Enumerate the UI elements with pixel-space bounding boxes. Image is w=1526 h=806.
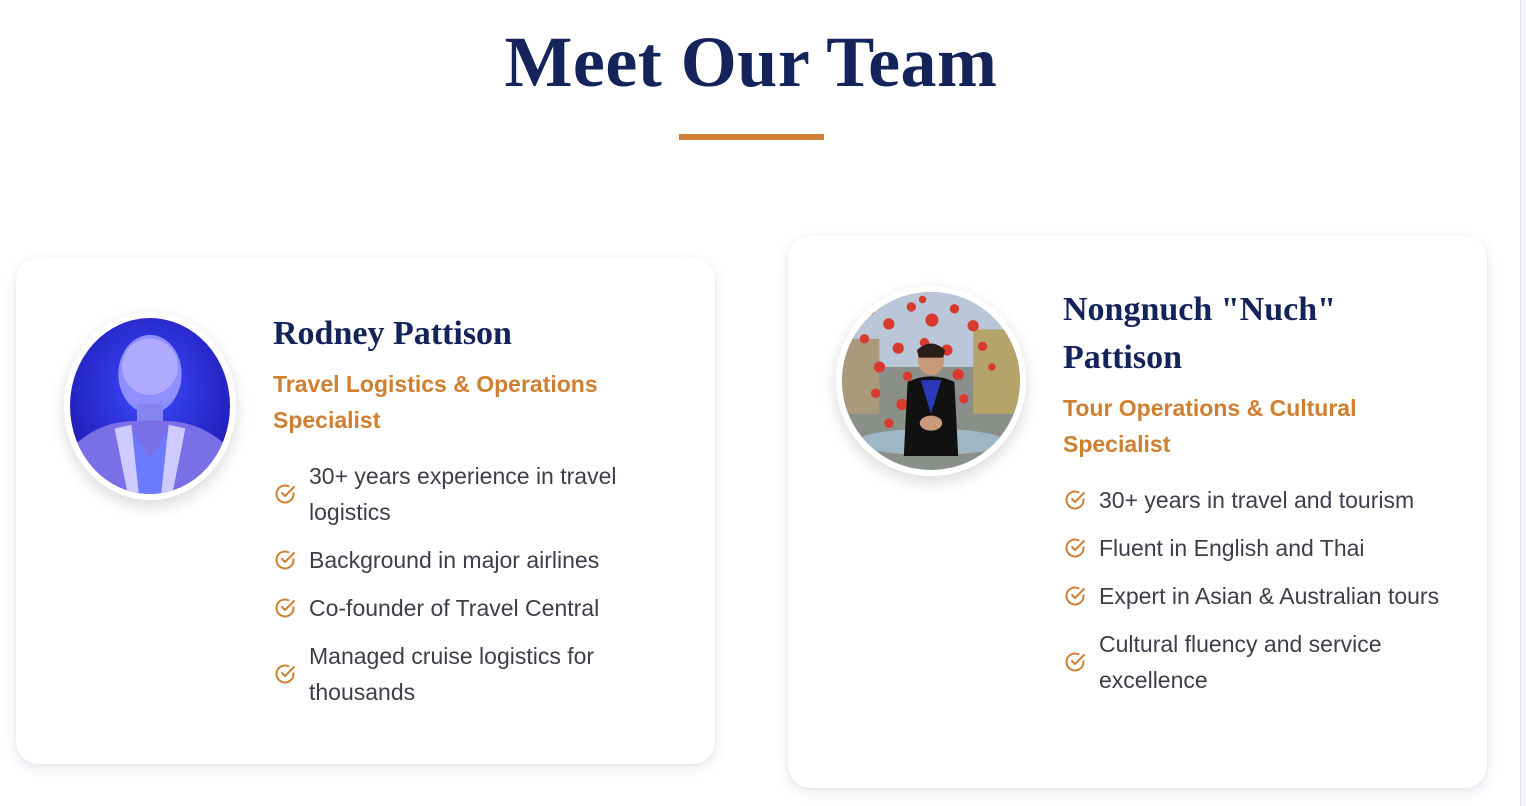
- check-circle-icon: [275, 664, 295, 684]
- list-item: Cultural fluency and service excellence: [1063, 626, 1463, 698]
- list-item: Managed cruise logistics for thousands: [273, 638, 673, 710]
- highlights-list: 30+ years experience in travel logistics…: [273, 458, 673, 710]
- highlight-text: 30+ years in travel and tourism: [1099, 487, 1415, 513]
- member-photo: [64, 312, 236, 500]
- check-circle-icon: [1065, 652, 1085, 672]
- highlight-text: Managed cruise logistics for thousands: [309, 643, 595, 705]
- check-circle-icon: [1065, 586, 1085, 606]
- team-member-card: Rodney Pattison Travel Logistics & Opera…: [16, 258, 715, 764]
- team-member-card: Nongnuch "Nuch" Pattison Tour Operations…: [788, 236, 1487, 788]
- member-info: Nongnuch "Nuch" Pattison Tour Operations…: [1063, 286, 1463, 710]
- list-item: Fluent in English and Thai: [1063, 530, 1463, 566]
- check-circle-icon: [275, 484, 295, 504]
- check-circle-icon: [275, 550, 295, 570]
- member-name: Nongnuch "Nuch" Pattison: [1063, 291, 1336, 376]
- member-role: Tour Operations & Cultural Specialist: [1063, 395, 1357, 457]
- highlight-text: Co-founder of Travel Central: [309, 595, 600, 621]
- list-item: Co-founder of Travel Central: [273, 590, 673, 626]
- list-item: Expert in Asian & Australian tours: [1063, 578, 1463, 614]
- highlight-text: Background in major airlines: [309, 547, 600, 573]
- list-item: 30+ years in travel and tourism: [1063, 482, 1463, 518]
- highlight-text: Fluent in English and Thai: [1099, 535, 1365, 561]
- highlights-list: 30+ years in travel and tourism Fluent i…: [1063, 482, 1463, 698]
- title-underline: [679, 134, 824, 140]
- scrollbar-track[interactable]: [1520, 0, 1526, 806]
- portrait-photo-icon: [70, 318, 230, 494]
- member-role: Travel Logistics & Operations Specialist: [273, 371, 598, 433]
- check-circle-icon: [1065, 538, 1085, 558]
- check-circle-icon: [1065, 490, 1085, 510]
- list-item: Background in major airlines: [273, 542, 673, 578]
- highlight-text: 30+ years experience in travel logistics: [309, 463, 617, 525]
- check-circle-icon: [275, 598, 295, 618]
- section-title: Meet Our Team: [504, 22, 998, 102]
- list-item: 30+ years experience in travel logistics: [273, 458, 673, 530]
- member-name: Rodney Pattison: [273, 315, 512, 352]
- member-info: Rodney Pattison Travel Logistics & Opera…: [273, 310, 673, 722]
- highlight-text: Expert in Asian & Australian tours: [1099, 583, 1440, 609]
- portrait-photo-icon: [842, 292, 1020, 470]
- highlight-text: Cultural fluency and service excellence: [1099, 631, 1382, 693]
- member-photo: [836, 286, 1026, 476]
